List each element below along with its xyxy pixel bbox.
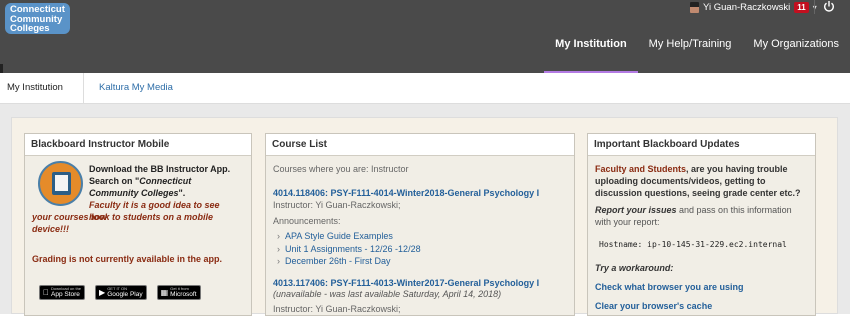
- institution-logo[interactable]: Connecticut Community Colleges: [5, 3, 70, 34]
- grading-note: Grading is not currently available in th…: [32, 254, 223, 264]
- announcements-label: Announcements:: [273, 216, 341, 226]
- user-menu[interactable]: Yi Guan-Raczkowski 11 ▾: [690, 0, 817, 14]
- header-divider: [814, 0, 815, 14]
- sidebar-toggle[interactable]: [0, 64, 3, 73]
- apple-icon: : [43, 289, 49, 297]
- app-store-badges:  Download on theApp Store ▶ GET IT ONGo…: [39, 285, 201, 300]
- nav-my-institution[interactable]: My Institution: [544, 36, 638, 73]
- bb-instructor-app-icon: [38, 161, 83, 206]
- user-name: Yi Guan-Raczkowski: [703, 1, 791, 13]
- module-title[interactable]: Important Blackboard Updates: [588, 134, 815, 156]
- module-blackboard-updates: Important Blackboard Updates Faculty and…: [587, 133, 816, 316]
- microsoft-badge[interactable]: ▦ Get it from Microsoft: [154, 285, 201, 300]
- module-instructor-mobile: Blackboard Instructor Mobile Download th…: [24, 133, 252, 316]
- tab-bar: My Institution Kaltura My Media: [0, 73, 850, 104]
- main-content: Blackboard Instructor Mobile Download th…: [0, 104, 850, 316]
- module-title[interactable]: Course List: [266, 134, 574, 156]
- nav-my-help-training[interactable]: My Help/Training: [638, 36, 743, 73]
- avatar: [690, 1, 699, 13]
- course-instructor: Instructor: Yi Guan-Raczkowski;: [273, 304, 401, 314]
- google-play-badge[interactable]: ▶ GET IT ON Google Play: [95, 285, 147, 300]
- nav-my-organizations[interactable]: My Organizations: [742, 36, 850, 73]
- module-container: Blackboard Instructor Mobile Download th…: [11, 117, 838, 316]
- course-link[interactable]: 4013.117406: PSY-F111-4013-Winter2017-Ge…: [273, 278, 539, 288]
- top-header: Connecticut Community Colleges Yi Guan-R…: [0, 0, 850, 73]
- course-entry: 4013.117406: PSY-F111-4013-Winter2017-Ge…: [273, 278, 569, 300]
- course-instructor: Instructor: Yi Guan-Raczkowski;: [273, 200, 401, 210]
- google-play-icon: ▶: [93, 288, 105, 297]
- app-store-badge[interactable]:  Download on theApp Store: [39, 285, 86, 300]
- announcement-item[interactable]: Unit 1 Assignments - 12/26 -12/28: [277, 243, 421, 256]
- courses-role-label: Courses where you are: Instructor: [273, 164, 409, 174]
- power-icon[interactable]: [822, 0, 836, 13]
- module-title[interactable]: Blackboard Instructor Mobile: [25, 134, 251, 156]
- notification-badge[interactable]: 11: [794, 1, 809, 13]
- hostname-info: Hostname: ip-10-145-31-229.ec2.internal: [599, 240, 787, 249]
- announcement-item[interactable]: APA Style Guide Examples: [277, 230, 421, 243]
- check-browser-link[interactable]: Check what browser you are using: [595, 282, 744, 292]
- clear-cache-link[interactable]: Clear your browser's cache: [595, 301, 712, 311]
- module-course-list: Course List Courses where you are: Instr…: [265, 133, 575, 316]
- tab-kaltura-my-media[interactable]: Kaltura My Media: [84, 73, 194, 103]
- announcement-list: APA Style Guide Examples Unit 1 Assignme…: [277, 230, 421, 268]
- microsoft-icon: ▦: [154, 288, 169, 297]
- updates-intro: Faculty and Students, are you having tro…: [595, 164, 801, 198]
- main-nav: My Institution My Help/Training My Organ…: [544, 36, 850, 73]
- course-unavailable-note: (unavailable - was last available Saturd…: [273, 289, 502, 299]
- workaround-label: Try a workaround:: [595, 263, 674, 273]
- announcement-item[interactable]: December 26th - First Day: [277, 255, 421, 268]
- course-link[interactable]: 4014.118406: PSY-F111-4014-Winter2018-Ge…: [273, 188, 539, 198]
- report-instructions: Report your issues and pass on this info…: [595, 205, 792, 227]
- tab-my-institution[interactable]: My Institution: [0, 73, 84, 103]
- mobile-tip: your courses look to students on a mobil…: [32, 212, 214, 234]
